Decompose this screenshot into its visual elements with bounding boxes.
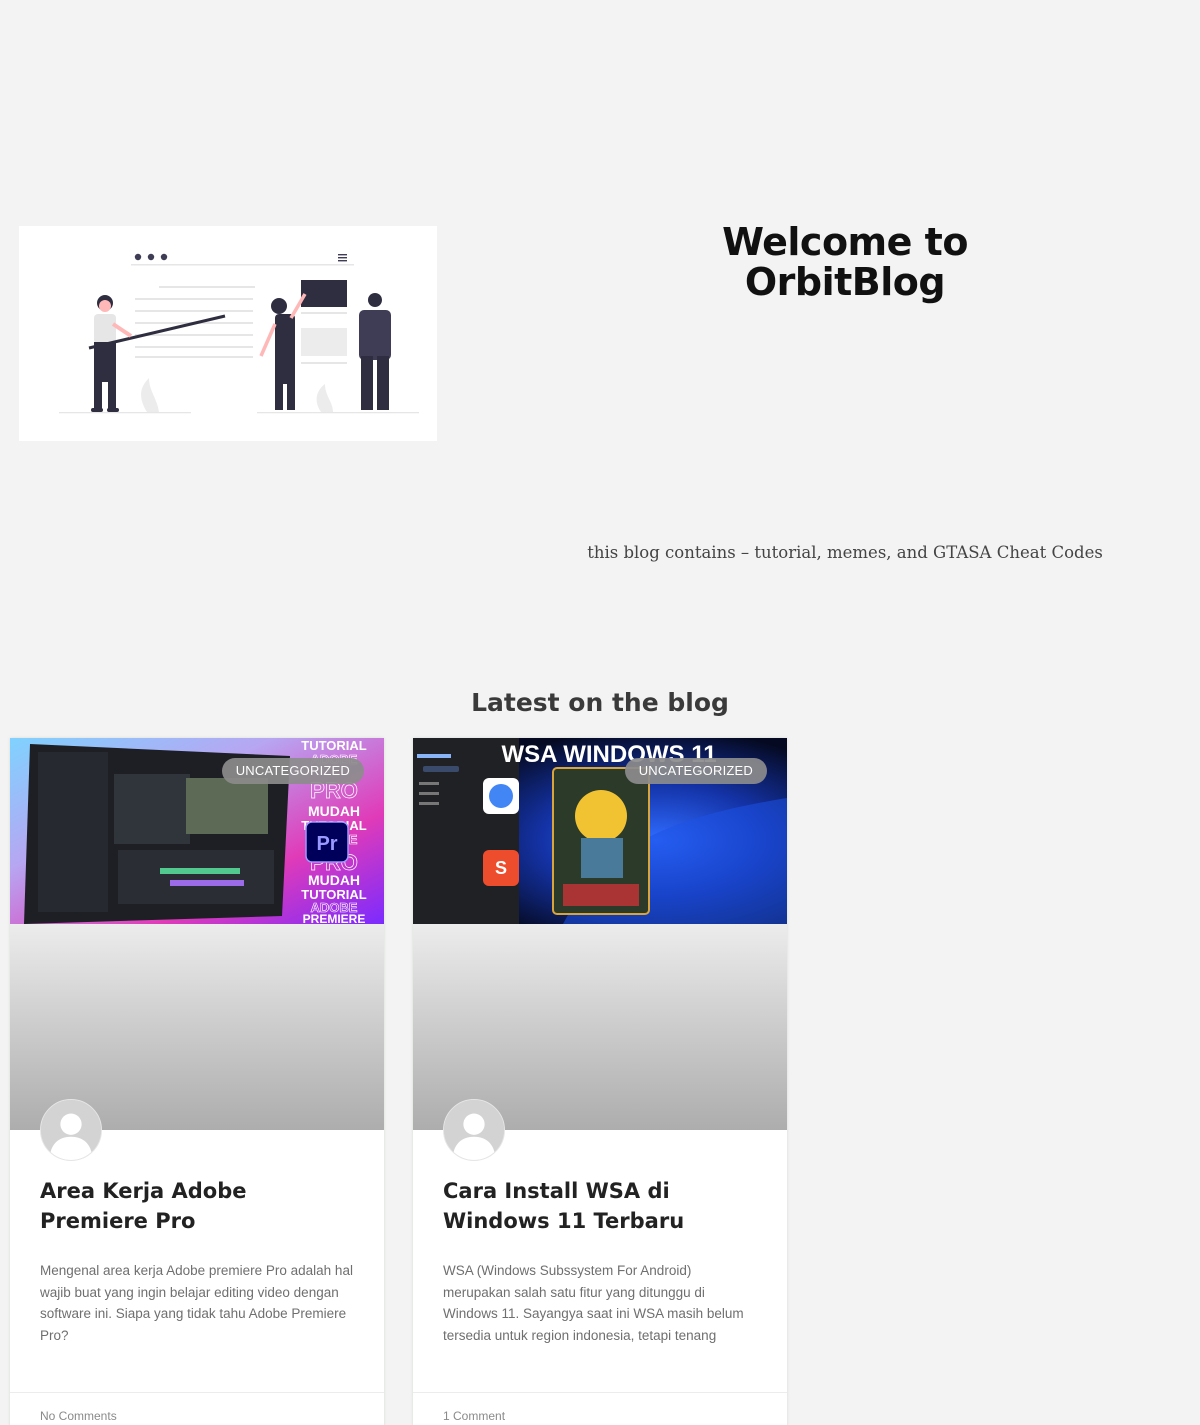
comments-link[interactable]: No Comments	[40, 1409, 117, 1423]
svg-text:S: S	[495, 858, 507, 878]
latest-heading: Latest on the blog	[471, 688, 729, 717]
thumb-text: MUDAH	[308, 872, 360, 888]
comments-link[interactable]: 1 Comment	[443, 1409, 505, 1423]
hero-illustration	[19, 226, 437, 441]
divider	[10, 1392, 384, 1393]
post-title[interactable]: Area Kerja Adobe Premiere Pro	[40, 1176, 356, 1236]
post-card[interactable]: S WSA WINDOWS 11 UNCATEGORIZED Cara Inst…	[413, 738, 787, 1425]
post-card[interactable]: TUTORIAL ADOBE PRO MUDAH TUTORIAL ADOBE …	[10, 738, 384, 1425]
category-badge[interactable]: UNCATEGORIZED	[221, 758, 364, 784]
divider	[413, 1392, 787, 1393]
premiere-logo: Pr	[316, 833, 337, 855]
thumb-text: TUTORIAL	[301, 738, 367, 753]
author-avatar[interactable]	[40, 1099, 102, 1161]
author-avatar[interactable]	[443, 1099, 505, 1161]
post-excerpt: WSA (Windows Subssystem For Android) mer…	[443, 1263, 744, 1343]
post-title[interactable]: Cara Install WSA di Windows 11 Terbaru	[443, 1176, 759, 1236]
hero-title: Welcome to OrbitBlog	[722, 220, 968, 304]
category-badge[interactable]: UNCATEGORIZED	[624, 758, 767, 784]
thumb-text: MUDAH	[308, 803, 360, 819]
thumb-text: PREMIERE	[303, 912, 366, 924]
hero-tagline: this blog contains – tutorial, memes, an…	[587, 543, 1103, 562]
post-excerpt: Mengenal area kerja Adobe premiere Pro a…	[40, 1263, 353, 1343]
